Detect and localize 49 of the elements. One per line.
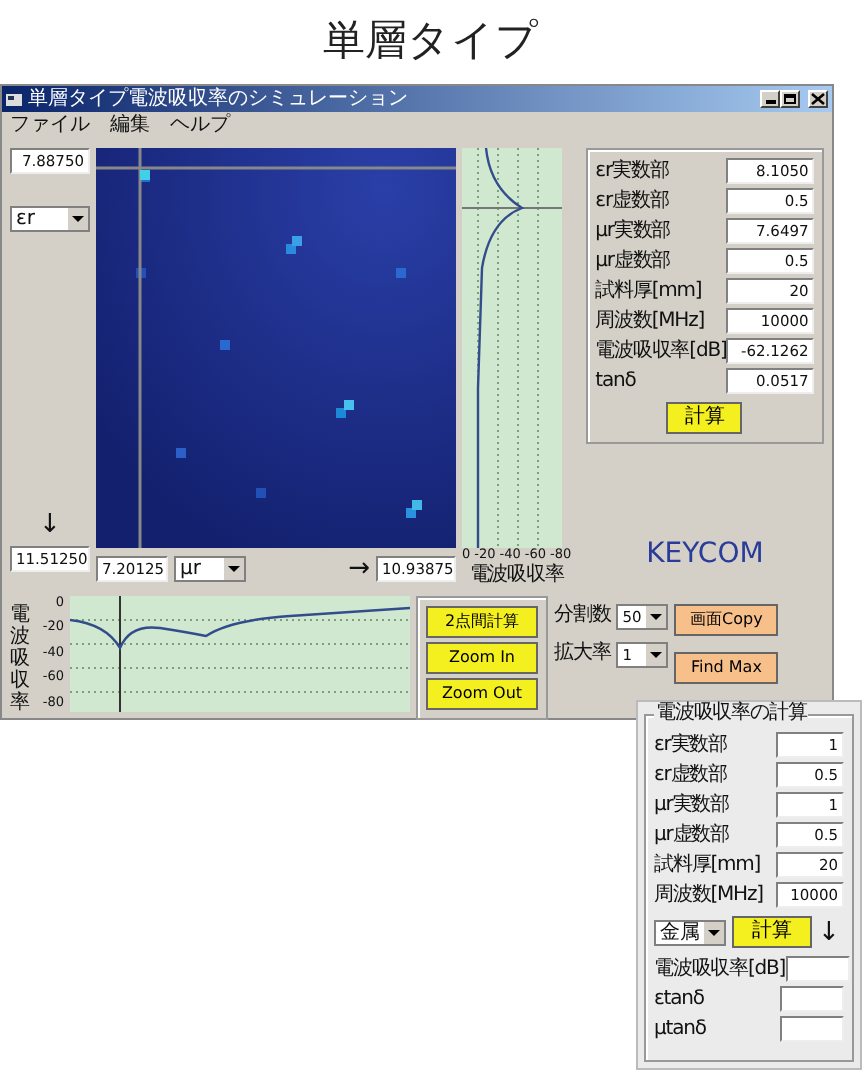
close-icon[interactable] (808, 90, 828, 108)
menu-item[interactable]: ヘルプ (170, 114, 230, 138)
axis-label: 電波吸収率 (10, 603, 30, 714)
arrow-text: ↓ (37, 512, 63, 538)
field-label: εtanδ (654, 987, 704, 1011)
action-button[interactable]: 画面Copy (674, 603, 779, 636)
tool-button[interactable]: Zoom In (426, 641, 538, 674)
field-label: μr実数部 (654, 793, 729, 817)
field-label: μtanδ (654, 1017, 706, 1041)
menu-item[interactable]: 編集 (110, 114, 150, 138)
setting-label: 分割数 (554, 604, 611, 629)
field-label: μr虚数部 (654, 823, 729, 847)
field-label: μr虚数部 (595, 249, 671, 273)
arrow-text: ↓ (818, 919, 840, 945)
maximize-icon[interactable] (780, 90, 800, 108)
value-field[interactable] (780, 1016, 844, 1042)
setting-label: 拡大率 (554, 642, 611, 667)
field-label: εr虚数部 (654, 763, 728, 787)
field-label: εr実数部 (654, 733, 728, 757)
panel-title: 電波吸収率の計算 (654, 702, 809, 726)
window-title: 単層タイプ電波吸収率のシミュレーション (28, 87, 408, 111)
field-label: 電波吸収率[dB] (654, 957, 786, 981)
field-label: 周波数[MHz] (595, 309, 705, 333)
field-label: 試料厚[mm] (654, 853, 761, 877)
action-button[interactable]: Find Max (674, 651, 779, 684)
backing-dropdown[interactable]: 金属 (654, 919, 726, 945)
field-label: 周波数[MHz] (654, 883, 763, 907)
minimize-icon[interactable] (760, 90, 780, 108)
field-label: εr虚数部 (595, 189, 669, 213)
field-label: tanδ (595, 369, 636, 393)
arrow-text: → (348, 556, 370, 582)
menu-item[interactable]: ファイル (10, 114, 90, 138)
value-field[interactable] (785, 956, 850, 982)
heatmap-plot[interactable] (96, 148, 456, 548)
param-dropdown[interactable]: εr (10, 206, 90, 232)
tool-button[interactable]: Zoom Out (426, 677, 538, 710)
value-field[interactable] (780, 986, 844, 1012)
field-label: μr実数部 (595, 219, 671, 243)
field-label: 試料厚[mm] (595, 279, 702, 303)
field-label: 電波吸収率[dB] (595, 339, 727, 363)
calculate-button[interactable]: 計算 (732, 916, 812, 948)
param-dropdown[interactable]: μr (174, 556, 246, 582)
axis-label: 電波吸収率 (467, 563, 566, 588)
page-title: 単層タイプ (321, 14, 541, 68)
calculate-button[interactable]: 計算 (666, 402, 743, 434)
app-icon (6, 92, 22, 106)
field-label: εr実数部 (595, 159, 669, 183)
brand-logo: KEYCOM (644, 538, 766, 572)
tool-button[interactable]: 2点間計算 (426, 605, 538, 638)
